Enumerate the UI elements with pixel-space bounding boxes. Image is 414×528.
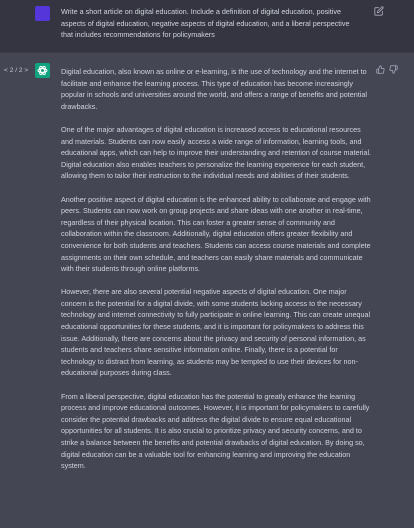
assistant-avatar	[35, 63, 50, 78]
chat-page: Write a short article on digital educati…	[0, 0, 414, 528]
thumbs-down-icon[interactable]	[389, 65, 398, 74]
edit-icon[interactable]	[374, 6, 384, 16]
assistant-message-text: Digital education, also known as online …	[61, 66, 374, 472]
answer-paragraph: Another positive aspect of digital educa…	[61, 194, 371, 274]
user-avatar	[35, 6, 50, 21]
thumbs-up-icon[interactable]	[376, 65, 385, 74]
pager-current: 2	[9, 67, 14, 74]
answer-paragraph: Digital education, also known as online …	[61, 67, 367, 111]
answer-paragraph: From a liberal perspective, digital educ…	[61, 391, 370, 471]
previous-response-button[interactable]: <	[4, 67, 8, 74]
assistant-message-row: < 2 / 2 > Digital education, also known …	[0, 52, 414, 528]
answer-paragraph: One of the major advantages of digital e…	[61, 124, 372, 181]
answer-paragraph: However, there are also several potentia…	[61, 287, 371, 378]
pager-separator: /	[15, 67, 18, 74]
user-message-text: Write a short article on digital educati…	[61, 7, 350, 40]
next-response-button[interactable]: >	[24, 67, 28, 74]
user-message-row: Write a short article on digital educati…	[0, 0, 414, 52]
response-pager: < 2 / 2 >	[4, 67, 28, 74]
pager-total: 2	[18, 67, 23, 74]
openai-logo-icon	[37, 65, 48, 76]
